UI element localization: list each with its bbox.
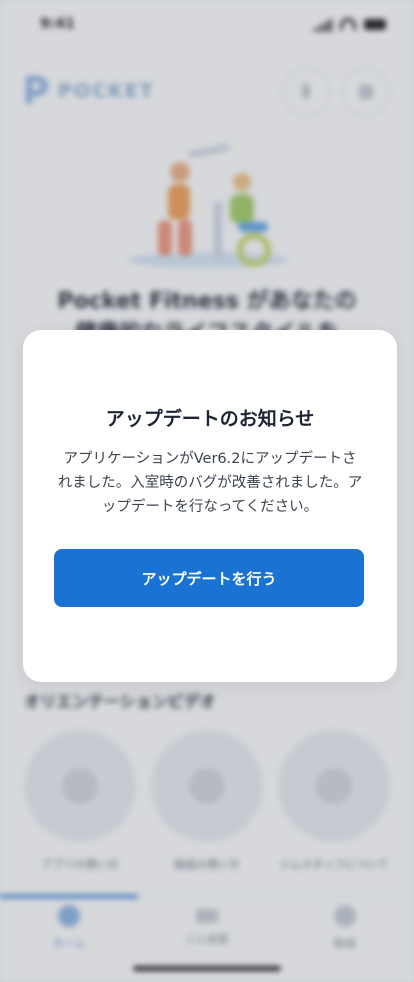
update-button[interactable]: アップデートを行う: [54, 549, 364, 607]
dialog-message: アプリケーションがVer6.2にアップデートされました。入室時のバグが改善されま…: [57, 451, 363, 515]
update-dialog: アップデートのお知らせ アプリケーションがVer6.2にアップデートされました。…: [23, 330, 397, 682]
dialog-title: アップデートのお知らせ: [105, 408, 315, 430]
